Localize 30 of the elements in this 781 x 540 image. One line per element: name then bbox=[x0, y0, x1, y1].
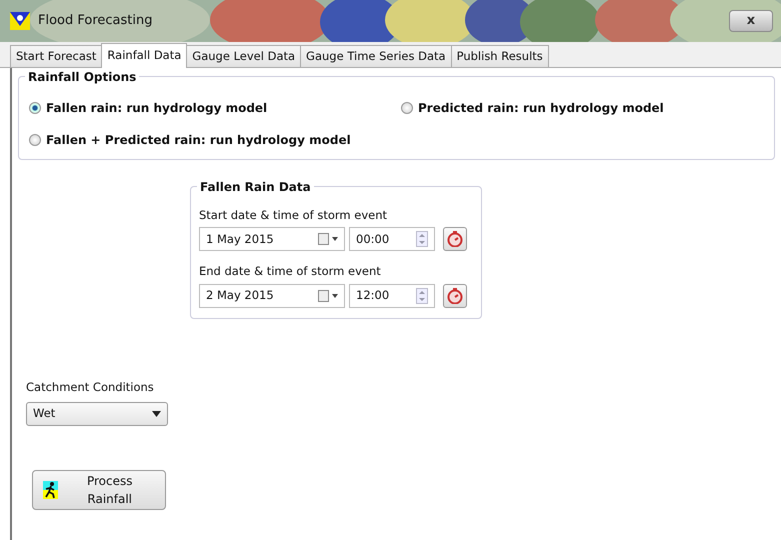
tab[interactable]: Rainfall Data bbox=[101, 43, 188, 68]
caret-icon bbox=[152, 410, 161, 417]
running-figure-icon bbox=[43, 480, 58, 499]
tab[interactable]: Gauge Time Series Data bbox=[300, 45, 452, 67]
calendar-dropdown-icon[interactable] bbox=[318, 233, 338, 246]
spinner-icon[interactable] bbox=[416, 288, 428, 304]
field-label: Start date & time of storm event bbox=[199, 207, 388, 224]
field-label: End date & time of storm event bbox=[199, 263, 382, 280]
process-button[interactable]: Process Rainfall bbox=[32, 470, 166, 510]
dropdown[interactable]: Wet bbox=[26, 402, 168, 426]
date-field[interactable]: 1 May 2015 bbox=[199, 227, 345, 252]
date-field[interactable]: 2 May 2015 bbox=[199, 284, 345, 308]
time-field[interactable]: 00:00 bbox=[349, 227, 435, 252]
calendar-dropdown-icon[interactable] bbox=[318, 290, 338, 302]
time-field[interactable]: 12:00 bbox=[349, 284, 435, 308]
spinner-icon[interactable] bbox=[416, 231, 428, 248]
close-button[interactable]: x bbox=[729, 10, 773, 32]
stopwatch-icon bbox=[447, 288, 463, 304]
window-title: Flood Forecasting bbox=[38, 12, 152, 30]
tab[interactable]: Start Forecast bbox=[10, 45, 102, 67]
tab[interactable]: Gauge Level Data bbox=[186, 45, 302, 67]
radio-option[interactable]: Predicted rain: run hydrology model bbox=[401, 99, 764, 117]
field-label: Catchment Conditions bbox=[26, 378, 155, 396]
app-icon bbox=[10, 12, 30, 30]
radio-option[interactable]: Fallen rain: run hydrology model bbox=[29, 99, 401, 117]
clock-button[interactable] bbox=[443, 227, 467, 252]
clock-button[interactable] bbox=[443, 284, 467, 308]
tab[interactable]: Publish Results bbox=[450, 45, 549, 67]
stopwatch-icon bbox=[447, 231, 463, 248]
radio-option[interactable]: Fallen + Predicted rain: run hydrology model bbox=[29, 131, 401, 149]
